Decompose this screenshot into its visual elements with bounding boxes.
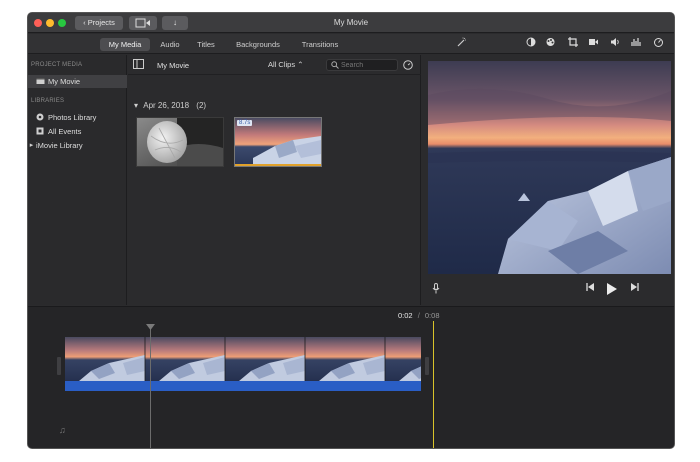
- date-group-label: Apr 26, 2018: [143, 101, 190, 110]
- close-window-button[interactable]: [34, 19, 42, 27]
- viewer-frame: [428, 61, 671, 274]
- tab-backgrounds[interactable]: Backgrounds: [230, 38, 286, 51]
- media-toolbar: My Media Audio Titles Backgrounds Transi…: [28, 34, 674, 54]
- speed-icon[interactable]: [652, 37, 665, 50]
- projects-button-label: Projects: [87, 18, 115, 27]
- browser-settings-icon[interactable]: [403, 60, 413, 72]
- clip-trim-handle-left[interactable]: [57, 357, 61, 375]
- clip-filter-select[interactable]: All Clips ⌃: [268, 60, 303, 69]
- play-icon[interactable]: [604, 283, 618, 295]
- share-button[interactable]: ↓: [162, 16, 188, 30]
- project-media-header: PROJECT MEDIA: [31, 62, 83, 68]
- sidebar-item-my-movie[interactable]: My Movie: [28, 75, 127, 88]
- tab-titles[interactable]: Titles: [191, 38, 221, 51]
- clip-used-indicator: [235, 164, 321, 166]
- sidebar-item-label: iMovie Library: [36, 141, 83, 150]
- search-input[interactable]: [341, 60, 396, 70]
- libraries-header: LIBRARIES: [31, 98, 65, 104]
- window-title: My Movie: [333, 18, 369, 27]
- date-group-count: (2): [196, 101, 207, 110]
- skimmer-line: [433, 321, 434, 448]
- sidebar-item-label: My Movie: [48, 77, 81, 86]
- clip-duration-badge: 8.7s: [237, 120, 253, 126]
- sidebar-item-photos-library[interactable]: Photos Library: [28, 111, 127, 124]
- tab-transitions[interactable]: Transitions: [294, 38, 346, 51]
- clip-filter-value: All Clips: [268, 60, 296, 69]
- clip-thumbnail-2[interactable]: 8.7s: [234, 117, 322, 167]
- title-bar: ‹ Projects ↓ My Movie: [28, 13, 674, 33]
- updown-chevron-icon: ⌃: [297, 60, 304, 69]
- browser-title: My Movie: [157, 61, 190, 70]
- magic-wand-icon[interactable]: [455, 37, 468, 50]
- events-icon: [35, 127, 44, 136]
- clip-trim-handle-right[interactable]: [425, 357, 429, 375]
- sidebar-item-imovie-library[interactable]: ▸ iMovie Library: [28, 139, 127, 152]
- import-media-icon: [135, 18, 150, 28]
- search-field[interactable]: [326, 59, 398, 71]
- playhead-marker-icon[interactable]: [146, 323, 155, 330]
- tab-my-media[interactable]: My Media: [100, 38, 150, 51]
- sidebar-item-all-events[interactable]: All Events: [28, 125, 127, 138]
- noise-reduction-icon[interactable]: [630, 37, 643, 50]
- timeline-pane: 0:02 / 0:08 ♫: [28, 306, 674, 448]
- minimize-window-button[interactable]: [46, 19, 54, 27]
- viewer-pane: [422, 55, 674, 305]
- timeline-video-clip[interactable]: [65, 337, 421, 381]
- media-browser: My Movie All Clips ⌃ ▾ Apr 26, 2018 (2): [128, 55, 421, 305]
- imovie-window: ‹ Projects ↓ My Movie My Media Audio Tit…: [28, 13, 674, 448]
- timecode-display: 0:02 / 0:08: [398, 311, 440, 320]
- stabilization-icon[interactable]: [587, 37, 600, 50]
- disclosure-triangle-icon[interactable]: ▸: [28, 141, 35, 150]
- disclosure-down-icon: ▾: [134, 101, 139, 110]
- total-time: 0:08: [424, 311, 440, 320]
- date-group-header[interactable]: ▾ Apr 26, 2018 (2): [134, 101, 206, 110]
- playhead[interactable]: [150, 327, 151, 448]
- photos-icon: [35, 113, 44, 122]
- skip-back-icon[interactable]: [584, 283, 596, 295]
- sidebar-item-label: Photos Library: [48, 113, 97, 122]
- zoom-window-button[interactable]: [58, 19, 66, 27]
- volume-icon[interactable]: [609, 37, 622, 50]
- timeline-audio-waveform[interactable]: [65, 381, 421, 391]
- toggle-sidebar-icon[interactable]: [133, 59, 144, 71]
- clip-thumbnail-1[interactable]: [136, 117, 224, 167]
- timecode-separator: /: [417, 311, 420, 320]
- sidebar-item-label: All Events: [48, 127, 82, 136]
- current-time: 0:02: [398, 311, 413, 320]
- film-icon: [36, 77, 45, 86]
- download-arrow-icon: ↓: [173, 18, 177, 27]
- tab-audio[interactable]: Audio: [155, 38, 185, 51]
- microphone-icon[interactable]: [430, 283, 442, 295]
- crop-icon[interactable]: [566, 37, 579, 50]
- music-note-icon: ♫: [59, 425, 66, 435]
- import-button[interactable]: [129, 16, 157, 30]
- projects-button[interactable]: ‹ Projects: [75, 16, 123, 30]
- color-correction-icon[interactable]: [544, 37, 557, 50]
- libraries-sidebar: PROJECT MEDIA My Movie LIBRARIES Photos …: [28, 55, 127, 305]
- browser-header: My Movie All Clips ⌃: [128, 55, 421, 75]
- color-balance-icon[interactable]: [524, 37, 537, 50]
- skip-forward-icon[interactable]: [628, 283, 640, 295]
- search-icon: [331, 61, 339, 71]
